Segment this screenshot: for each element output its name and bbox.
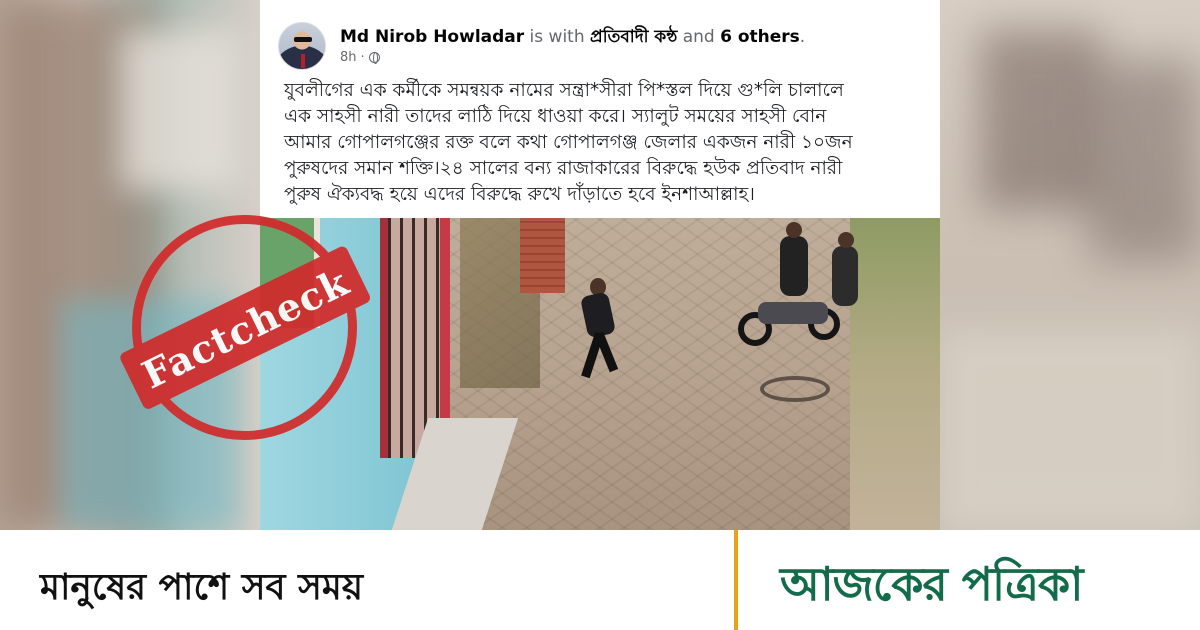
video-field [850,218,940,530]
author-name-link[interactable]: Md Nirob Howladar [340,27,524,47]
video-brick-pile [520,218,565,293]
post-timestamp[interactable]: 8h [340,50,357,65]
post-body-text: যুবলীগের এক কর্মীকে সমন্বয়ক নামের সন্ত্… [284,78,924,208]
group-name-link[interactable]: প্রতিবাদী কন্ঠ [590,27,677,47]
post-meta: 8h · [340,50,380,65]
bottom-banner: মানুষের পাশে সব সময় আজকের পত্রিকা [0,530,1200,630]
video-rider [832,232,858,306]
facebook-post-card: Md Nirob Howladar is with প্রতিবাদী কন্ঠ… [260,6,940,218]
banner-divider [734,530,738,630]
video-manhole [760,376,830,402]
banner-tagline: মানুষের পাশে সব সময় [40,567,364,608]
video-rider [780,222,808,296]
factcheck-stamp-band: Factcheck [118,244,373,411]
post-text-line: পুরুষদের সমান শক্তি।২৪ সালের বন্য রাজাকা… [284,158,843,179]
post-header: Md Nirob Howladar is with প্রতিবাদী কন্ঠ… [278,20,918,78]
post-text-line: যুবলীগের এক কর্মীকে সমন্বয়ক নামের সন্ত্… [284,80,844,101]
post-text-line: পুরুষ ঐক্যবদ্ধ হয়ে এদের বিরুদ্ধে রুখে দ… [284,184,755,205]
author-avatar[interactable] [278,22,326,70]
post-text-line: আমার গোপালগঞ্জের রক্ত বলে কথা গোপালগঞ্জ … [284,132,853,153]
others-link[interactable]: 6 others [720,27,800,47]
blurred-background-right [940,0,1200,530]
factcheck-stamp-label: Factcheck [134,258,356,397]
period-text: . [799,27,806,47]
with-text: is with [524,27,591,47]
globe-icon[interactable] [368,52,380,64]
and-text: and [677,27,721,47]
post-author-line: Md Nirob Howladar is with প্রতিবাদী কন্ঠ… [340,24,805,52]
meta-separator: · [360,50,365,65]
brand-logo-text[interactable]: আজকের পত্রিকা [780,550,1083,626]
post-text-line: এক সাহসী নারী তাদের লাঠি দিয়ে ধাওয়া কর… [284,106,827,127]
video-running-man [578,278,619,379]
post-video-frame[interactable] [260,218,940,530]
